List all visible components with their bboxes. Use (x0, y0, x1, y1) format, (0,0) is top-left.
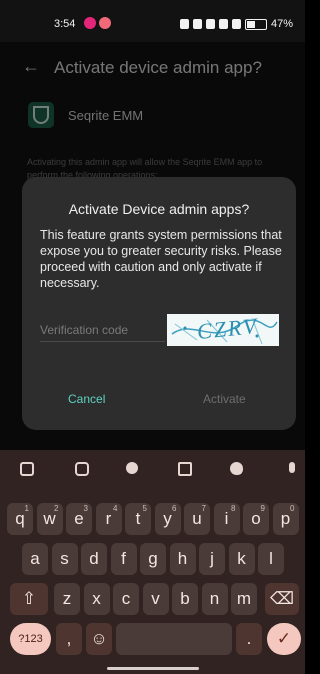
key-label: e (74, 509, 84, 528)
key-r[interactable]: r4 (95, 503, 122, 535)
key-n[interactable]: n (201, 583, 228, 615)
key-g[interactable]: g (140, 543, 166, 575)
signal-icon (218, 19, 228, 29)
notification-icon (99, 17, 111, 29)
key-v[interactable]: v (142, 583, 169, 615)
key-y[interactable]: y6 (154, 503, 181, 535)
key-z[interactable]: z (54, 583, 80, 615)
cancel-button[interactable]: Cancel (68, 392, 105, 406)
key-c[interactable]: c (113, 583, 139, 615)
key-q[interactable]: q1 (7, 503, 33, 535)
key-number-hint: 0 (290, 504, 295, 513)
backspace-key[interactable]: ⌫ (265, 583, 299, 615)
key-a[interactable]: a (22, 543, 48, 575)
key-number-hint: 9 (260, 504, 265, 513)
key-s[interactable]: s (51, 543, 78, 575)
key-u[interactable]: u7 (184, 503, 210, 535)
battery-icon (244, 18, 267, 30)
comma-key[interactable]: , (56, 623, 82, 655)
sticker-icon[interactable] (75, 462, 89, 476)
key-j[interactable]: j (199, 543, 225, 575)
dialog-message: This feature grants system permissions t… (40, 228, 282, 290)
key-b[interactable]: b (172, 583, 198, 615)
captcha-image: CZRV (167, 314, 279, 346)
key-l[interactable]: l (258, 543, 284, 575)
battery-percent: 47% (270, 18, 293, 30)
key-label: y (163, 509, 172, 528)
key-number-hint: 5 (142, 504, 147, 513)
key-t[interactable]: t5 (125, 503, 151, 535)
palette-icon[interactable] (230, 462, 243, 475)
grid-icon[interactable] (20, 462, 34, 476)
gesture-nav-bar (107, 667, 199, 670)
enter-key[interactable]: ✓ (267, 623, 301, 655)
key-e[interactable]: e3 (66, 503, 92, 535)
notification-icon (84, 17, 96, 29)
wifi-icon (205, 19, 215, 29)
status-time: 3:54 (54, 18, 76, 30)
screen: 3:54 47% ← Activate device admin app? Se… (0, 0, 305, 674)
symbols-key[interactable]: ?123 (10, 623, 51, 655)
key-label: t (135, 509, 141, 528)
status-icons: 47% (179, 18, 293, 30)
translate-icon[interactable] (178, 462, 192, 476)
period-key[interactable]: . (236, 623, 262, 655)
signal-icon (231, 19, 241, 29)
activate-admin-dialog: Activate Device admin apps? This feature… (22, 177, 296, 430)
settings-icon[interactable] (126, 462, 138, 474)
key-number-hint: 1 (24, 504, 29, 513)
key-m[interactable]: m (231, 583, 257, 615)
key-d[interactable]: d (81, 543, 107, 575)
key-number-hint: 2 (54, 504, 59, 513)
key-number-hint: 6 (172, 504, 177, 513)
key-number-hint: 4 (113, 504, 118, 513)
key-h[interactable]: h (169, 543, 196, 575)
key-k[interactable]: k (228, 543, 255, 575)
bluetooth-icon (192, 19, 202, 29)
key-label: i (224, 509, 229, 528)
key-label: r (105, 509, 112, 528)
keyboard: q1w2e3r4t5y6u7i8o9p0 asdfghjkl ⇧ zxcvbnm… (0, 450, 305, 674)
key-f[interactable]: f (110, 543, 137, 575)
vibrate-icon (179, 19, 189, 29)
status-bar: 3:54 47% (0, 0, 305, 42)
space-key[interactable] (116, 623, 232, 655)
verification-code-input[interactable] (40, 319, 165, 342)
key-label: q (15, 509, 25, 528)
key-p[interactable]: p0 (272, 503, 299, 535)
key-number-hint: 7 (201, 504, 206, 513)
key-w[interactable]: w2 (36, 503, 63, 535)
key-i[interactable]: i8 (213, 503, 240, 535)
mic-icon[interactable] (289, 462, 295, 473)
key-o[interactable]: o9 (243, 503, 269, 535)
key-number-hint: 3 (83, 504, 88, 513)
dialog-title: Activate Device admin apps? (68, 201, 250, 217)
keyboard-toolbar (0, 454, 305, 486)
key-number-hint: 8 (231, 504, 236, 513)
key-label: u (192, 509, 202, 528)
shift-key[interactable]: ⇧ (10, 583, 48, 615)
emoji-key[interactable]: ☺ (86, 623, 112, 655)
key-x[interactable]: x (83, 583, 110, 615)
key-label: p (280, 509, 291, 528)
activate-button[interactable]: Activate (203, 392, 246, 406)
key-label: o (251, 509, 261, 528)
